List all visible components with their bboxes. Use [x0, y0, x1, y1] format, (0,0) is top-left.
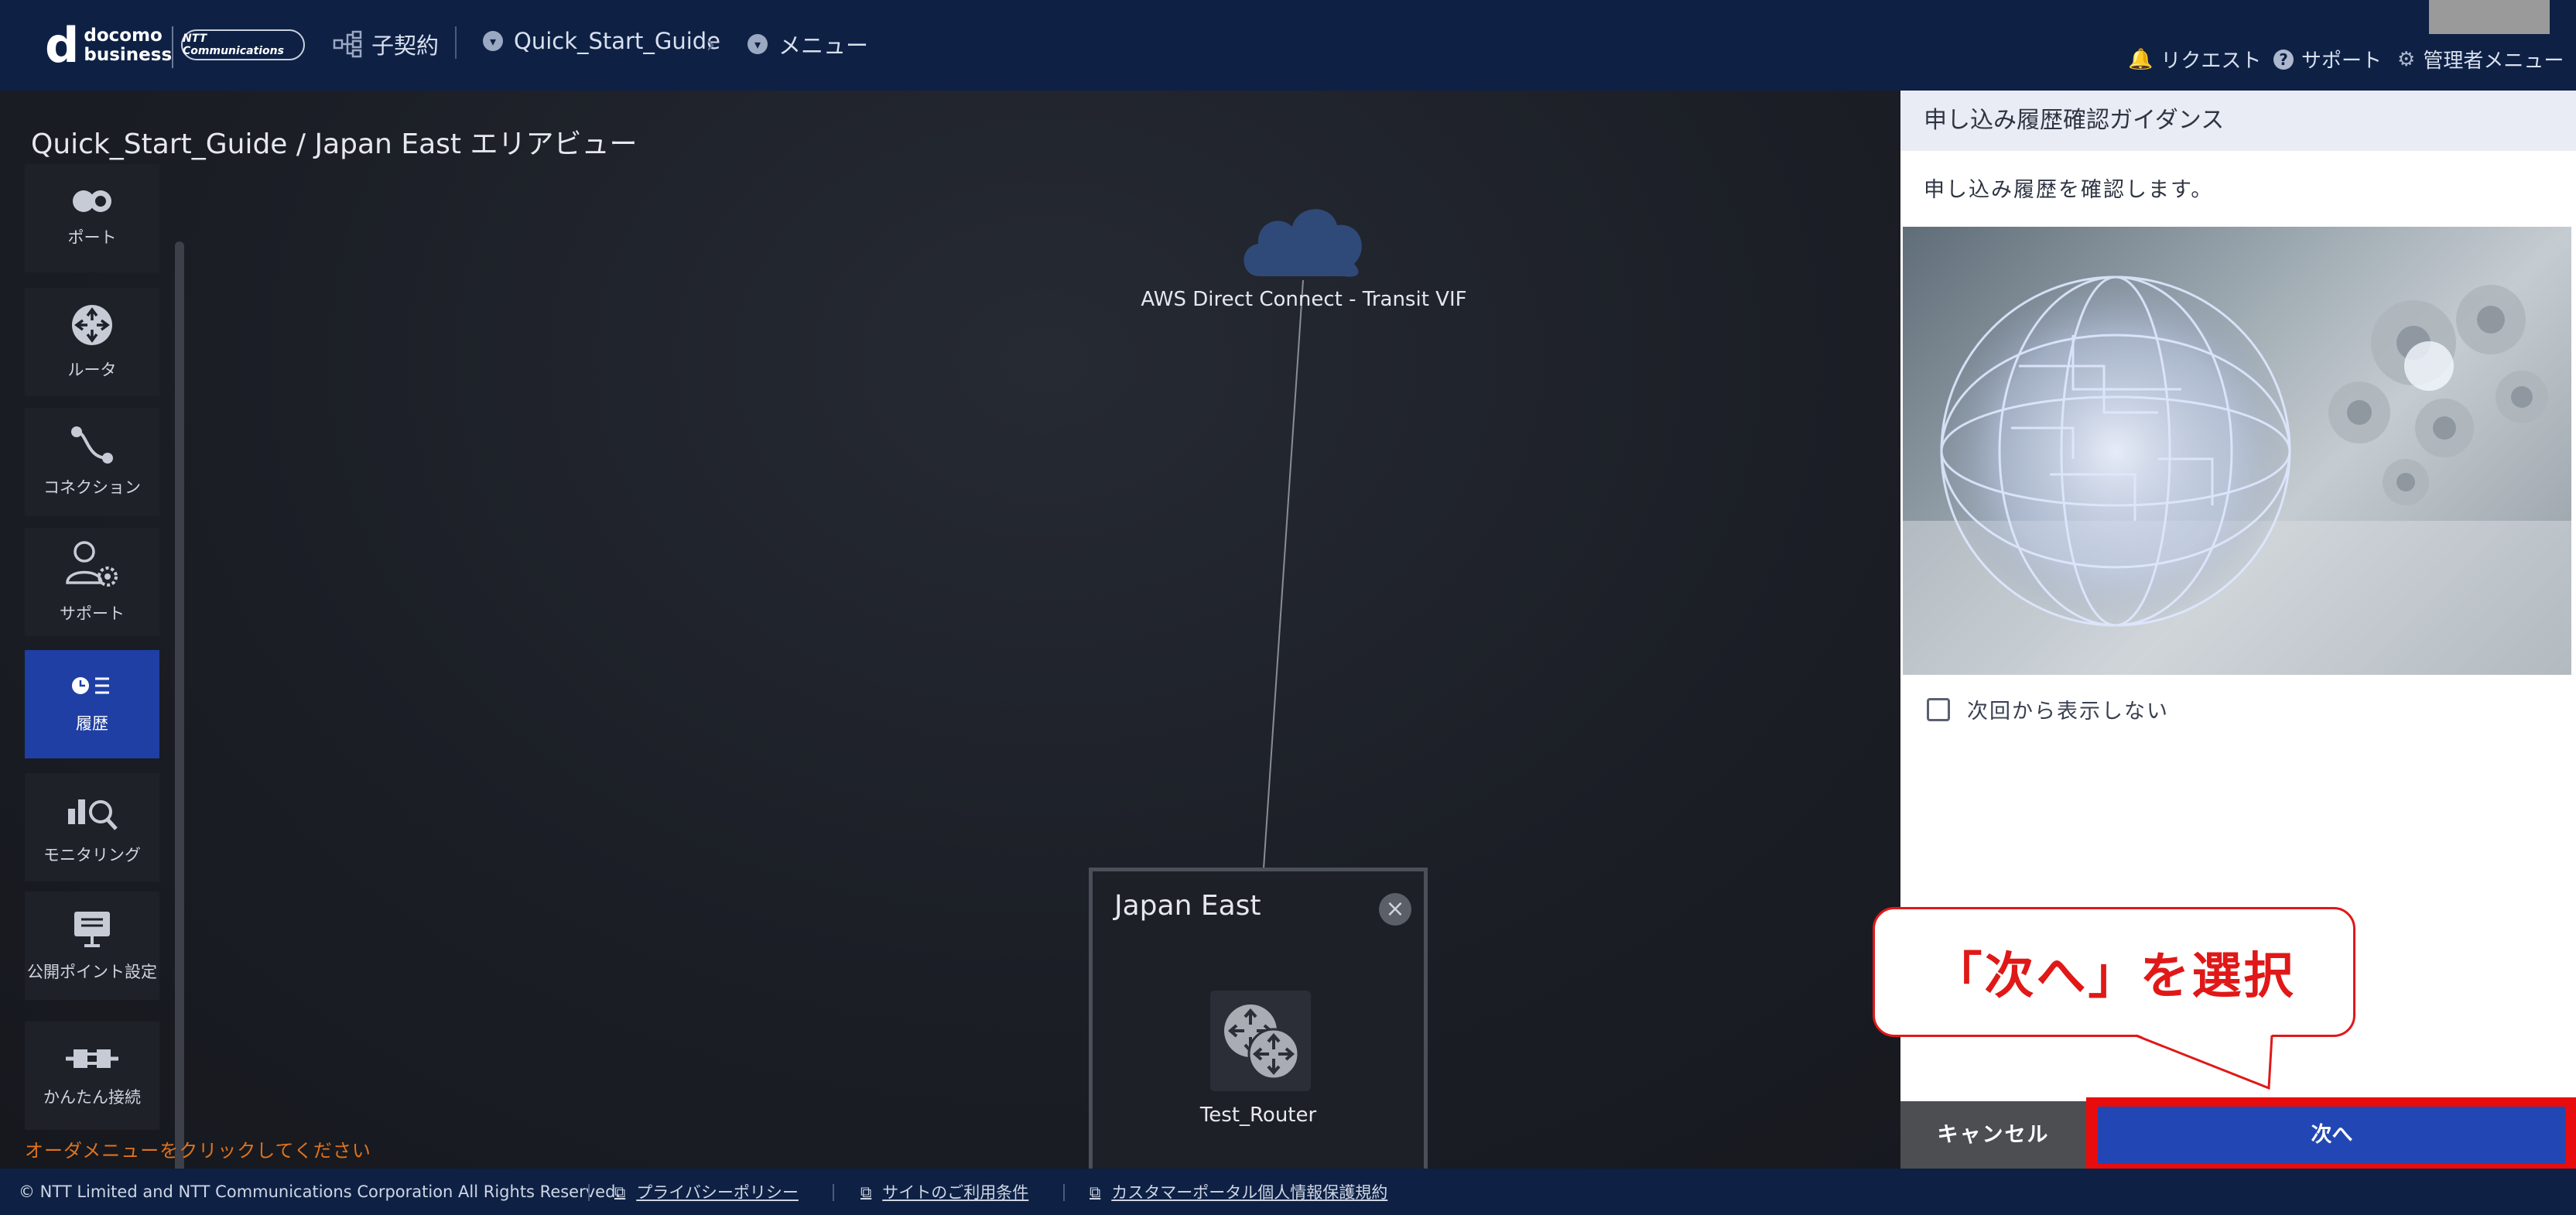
chevron-down-circle-icon: ▾: [483, 31, 503, 51]
admin-menu-label: 管理者メニュー: [2423, 50, 2564, 73]
admin-menu-link[interactable]: ⚙ 管理者メニュー: [2397, 45, 2564, 74]
region-japan-east[interactable]: Japan East × Test_Router: [1089, 868, 1428, 1206]
link-label: プライバシーポリシー: [636, 1183, 799, 1202]
top-header: d docomo business NTT Communications 子契約…: [0, 0, 2576, 91]
help-icon: ?: [2273, 49, 2294, 70]
tree-icon: [333, 30, 362, 58]
panel-title: 申し込み履歴確認ガイダンス: [1900, 91, 2576, 151]
user-account-box[interactable]: [2429, 0, 2550, 34]
callout-tail: [2136, 1034, 2273, 1090]
link-label: カスタマーポータル個人情報保護規約: [1111, 1183, 1388, 1202]
panel-description: 申し込み履歴を確認します。: [1924, 178, 2214, 202]
router-node[interactable]: [1210, 991, 1311, 1091]
docomo-business-logo[interactable]: d docomo business: [45, 22, 172, 70]
close-icon[interactable]: ×: [1379, 893, 1411, 926]
breadcrumb-menu[interactable]: ▾ メニュー: [747, 28, 868, 60]
aws-cloud-node[interactable]: [1237, 199, 1368, 284]
next-button[interactable]: 次へ: [2098, 1107, 2566, 1164]
connection-line: [1261, 279, 1304, 904]
guidance-illustration: [1903, 227, 2571, 675]
dont-show-again-row[interactable]: 次回から表示しない: [1927, 694, 2169, 724]
breadcrumb-label: Quick_Start_Guide: [514, 28, 721, 54]
dont-show-again-checkbox[interactable]: [1927, 697, 1950, 721]
router-icon: [1224, 1005, 1300, 1080]
footer-divider: [833, 1184, 834, 1201]
cancel-button[interactable]: キャンセル: [1900, 1101, 2086, 1169]
breadcrumb-contract[interactable]: ▾ Quick_Start_Guide: [483, 28, 720, 54]
breadcrumb-chevron-icon: ›: [706, 29, 716, 59]
footer-divider: [588, 1184, 590, 1201]
request-label: リクエスト: [2160, 50, 2262, 73]
aws-cloud-label: AWS Direct Connect - Transit VIF: [1141, 288, 1467, 311]
personal-info-policy-link[interactable]: ⧉ カスタマーポータル個人情報保護規約: [1090, 1180, 1387, 1203]
callout-text: 「次へ」を選択: [1932, 948, 2296, 1005]
breadcrumb-label: メニュー: [778, 33, 869, 59]
logo-mark: d: [45, 17, 80, 74]
privacy-policy-link[interactable]: ⧉ プライバシーポリシー: [614, 1180, 799, 1203]
dont-show-again-label: 次回から表示しない: [1967, 700, 2169, 724]
support-link[interactable]: ? サポート: [2273, 45, 2382, 74]
external-link-icon: ⧉: [1090, 1182, 1101, 1201]
router-label: Test_Router: [1199, 1104, 1317, 1127]
breadcrumb-divider: [455, 26, 457, 59]
external-link-icon: ⧉: [614, 1182, 626, 1201]
external-link-icon: ⧉: [860, 1182, 872, 1201]
logo-line2: business: [84, 45, 173, 65]
link-label: サイトのご利用条件: [882, 1183, 1029, 1202]
region-title: Japan East: [1114, 890, 1261, 922]
area-view-canvas: Quick_Start_Guide / Japan East エリアビュー ポー…: [0, 91, 1900, 1206]
globe-gears-illustration: [1903, 276, 2571, 675]
footer-divider: [1063, 1184, 1065, 1201]
breadcrumb-child-contract[interactable]: 子契約: [333, 28, 439, 60]
copyright-text: © NTT Limited and NTT Communications Cor…: [19, 1182, 621, 1201]
logo-divider: [172, 26, 173, 68]
footer: © NTT Limited and NTT Communications Cor…: [0, 1169, 2576, 1215]
terms-of-use-link[interactable]: ⧉ サイトのご利用条件: [860, 1180, 1028, 1203]
chevron-down-circle-icon: ▾: [747, 34, 768, 54]
gear-icon: ⚙: [2397, 47, 2416, 71]
cloud-icon: [1244, 209, 1362, 277]
breadcrumb-label: 子契約: [371, 33, 440, 59]
instruction-callout: 「次へ」を選択: [1873, 907, 2355, 1037]
ntt-communications-logo: NTT Communications: [181, 29, 305, 60]
support-label: サポート: [2301, 50, 2383, 73]
bell-icon: 🔔: [2128, 47, 2154, 71]
request-link[interactable]: 🔔 リクエスト: [2128, 45, 2261, 74]
logo-line1: docomo: [84, 26, 162, 46]
